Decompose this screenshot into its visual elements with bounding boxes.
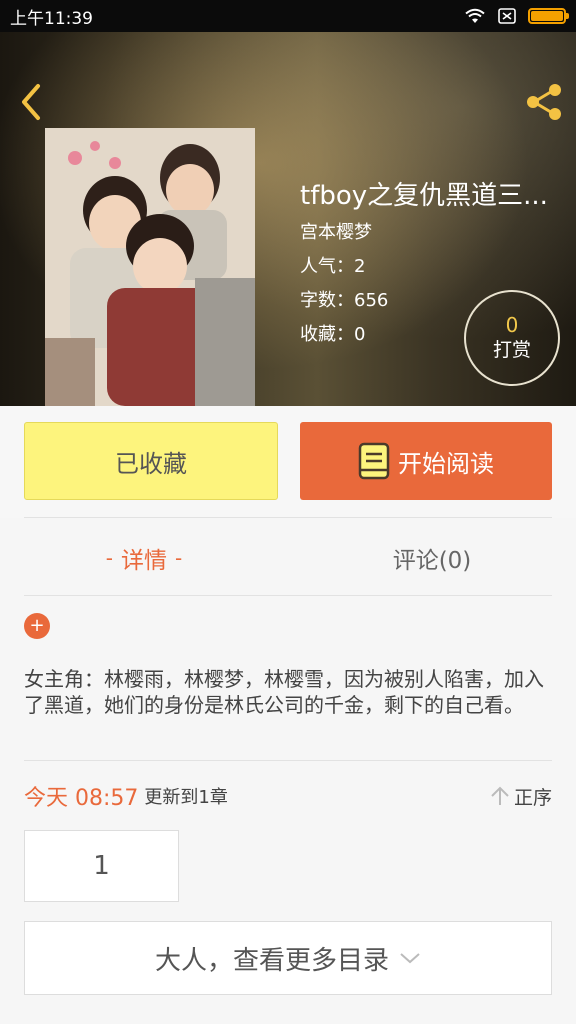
battery-icon: [528, 8, 569, 24]
divider: [24, 595, 552, 596]
book-cover-image[interactable]: [45, 128, 255, 406]
book-title: tfboy之复仇黑道三...: [300, 181, 548, 211]
status-bar: 上午11:39: [0, 0, 576, 32]
more-catalog-label: 大人，查看更多目录: [154, 945, 389, 976]
sim-icon: [498, 8, 516, 24]
status-icons: [464, 8, 569, 24]
tab-indicator-right: -: [175, 546, 183, 570]
start-reading-label: 开始阅读: [398, 449, 494, 478]
back-icon[interactable]: [14, 82, 50, 122]
expand-synopsis-button[interactable]: +: [24, 613, 50, 639]
tab-details[interactable]: - 详情 -: [0, 520, 288, 596]
chapter-item[interactable]: 1: [24, 830, 179, 902]
book-header: tfboy之复仇黑道三... 宫本樱梦 人气：2 字数：656 收藏：0 0 打…: [0, 32, 576, 406]
arrow-up-icon: [491, 786, 509, 805]
start-reading-button[interactable]: 开始阅读: [300, 422, 552, 500]
divider: [24, 517, 552, 518]
update-time: 今天 08:57: [24, 786, 139, 811]
book-popularity: 人气：2: [300, 256, 366, 277]
share-icon[interactable]: [522, 80, 566, 124]
tab-comments[interactable]: 评论(0): [288, 520, 576, 596]
tab-indicator-left: -: [105, 546, 113, 570]
book-synopsis: 女主角：林樱雨，林樱梦，林樱雪，因为被别人陷害，加入了黑道，她们的身份是林氏公司…: [24, 667, 544, 717]
tip-button[interactable]: 0 打赏: [464, 290, 560, 386]
favorited-button[interactable]: 已收藏: [24, 422, 278, 500]
update-text: 更新到1章: [144, 787, 228, 808]
update-info: 今天 08:57 更新到1章 正序: [24, 778, 552, 814]
tip-label: 打赏: [492, 339, 531, 361]
action-bar: 已收藏 开始阅读: [0, 406, 576, 518]
tip-count: 0: [505, 313, 519, 337]
tab-comments-label: 评论(0): [392, 548, 472, 574]
book-icon: [358, 442, 390, 480]
sort-order-button[interactable]: 正序: [490, 783, 552, 810]
book-author[interactable]: 宫本樱梦: [300, 220, 570, 246]
chevron-down-icon: [400, 953, 420, 964]
sort-order-label: 正序: [513, 786, 552, 809]
divider: [24, 760, 552, 761]
chapter-number: 1: [93, 851, 110, 881]
wifi-icon: [465, 8, 485, 23]
tab-details-label: 详情: [121, 548, 167, 574]
more-catalog-button[interactable]: 大人，查看更多目录: [24, 921, 552, 995]
status-time: 上午11:39: [10, 8, 93, 29]
favorited-label: 已收藏: [115, 449, 187, 478]
tab-bar: - 详情 - 评论(0): [0, 520, 576, 596]
